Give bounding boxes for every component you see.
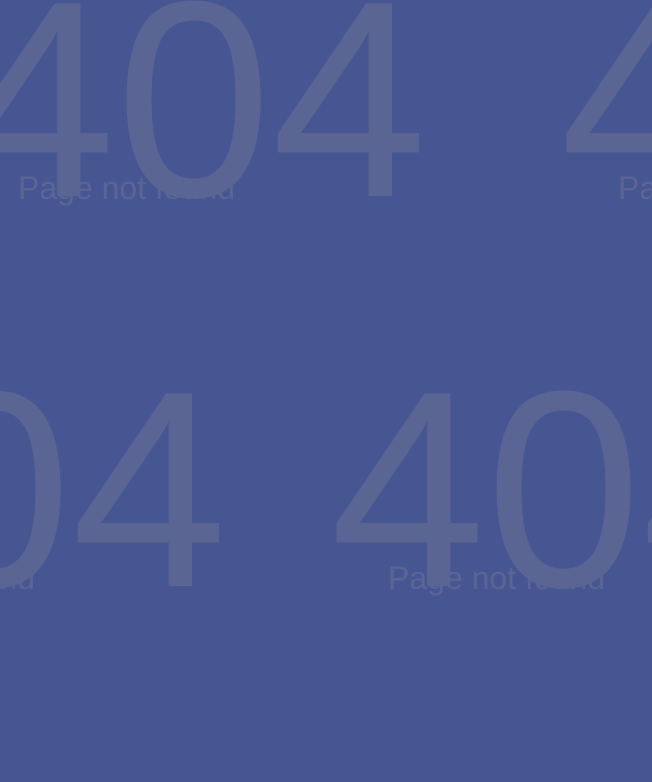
error-message: Page not found <box>388 560 606 596</box>
error-page-background: 404 Page not found 404 Page not found 40… <box>0 0 652 782</box>
error-code: 404 <box>0 0 428 256</box>
error-tile: 404 Page not found <box>560 0 652 240</box>
error-tile: 404 Page not found <box>0 0 427 240</box>
error-message: Page not found <box>618 170 652 206</box>
error-code: 404 <box>560 0 652 256</box>
error-message: Page not found <box>0 560 36 596</box>
error-tile: 404 Page not found <box>0 350 227 630</box>
error-tile: 404 Page not found <box>330 350 652 630</box>
error-message: Page not found <box>18 170 236 206</box>
error-code: 404 <box>330 334 652 646</box>
error-code: 404 <box>0 334 228 646</box>
